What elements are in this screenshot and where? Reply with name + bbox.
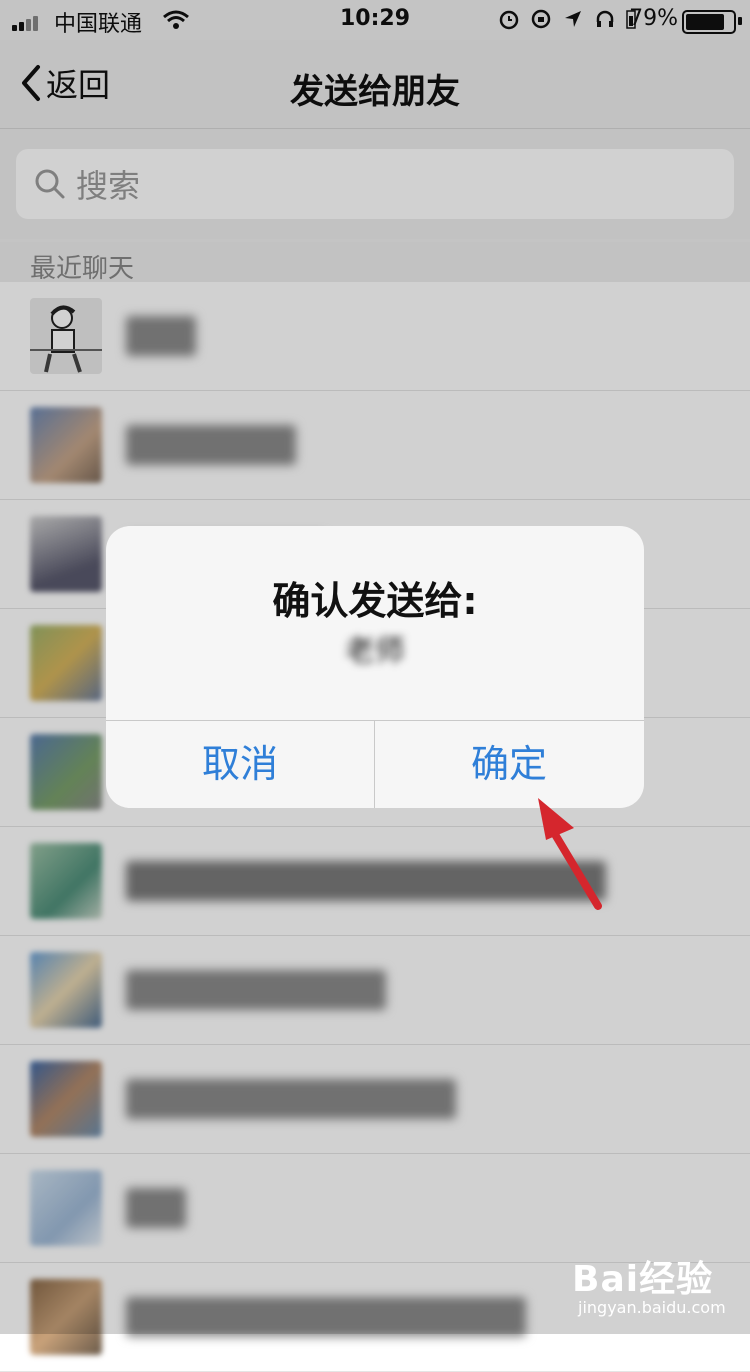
watermark: Bai经验 jingyan.baidu.com <box>572 1250 742 1330</box>
red-arrow-annotation <box>538 798 602 910</box>
send-to-friend-screen: 中国联通 10:29 79% 返回 发送给朋友 搜索 最近聊天 确认发送给: 老… <box>0 0 750 1372</box>
dialog-recipient: 老师 <box>345 634 405 669</box>
confirm-send-dialog: 确认发送给: 老师 取消 确定 <box>106 526 644 808</box>
dialog-title: 确认发送给: <box>272 579 478 623</box>
watermark-url: jingyan.baidu.com <box>578 1298 726 1317</box>
cancel-button[interactable]: 取消 <box>106 720 374 808</box>
watermark-logo: Bai经验 <box>572 1259 714 1300</box>
